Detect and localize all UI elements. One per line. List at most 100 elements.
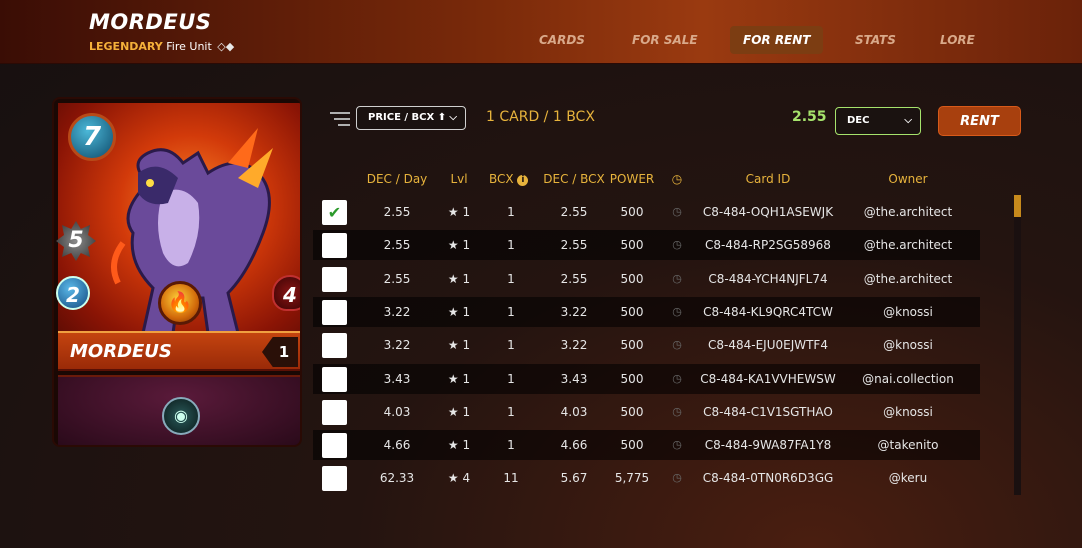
header-owner[interactable]: Owner	[853, 172, 963, 186]
currency-dropdown[interactable]: DEC ⌵	[835, 107, 921, 135]
table-row[interactable]: 4.66 ★ 1 1 4.66 500 C8-484-9WA87FA1Y8 @takenit…	[313, 430, 980, 461]
row-checkbox[interactable]	[322, 399, 347, 425]
cell-dec-day: 2.55	[383, 271, 411, 286]
cell-dec-day: 3.22	[383, 304, 411, 319]
clock-icon: ◷	[672, 238, 682, 252]
tab-stats[interactable]: STATS	[842, 26, 909, 54]
checkmark-icon: ✔	[327, 203, 342, 222]
header-bcx[interactable]: BCX i	[489, 172, 529, 186]
cell-lvl: ★ 4	[447, 471, 471, 486]
cell-owner[interactable]: @the.architect	[843, 197, 973, 227]
cell-dec-day: 3.22	[383, 338, 411, 353]
header-power[interactable]: POWER	[607, 172, 657, 186]
cell-owner[interactable]: @knossi	[843, 397, 973, 427]
row-checkbox[interactable]	[322, 366, 347, 392]
health-stat: 4	[272, 275, 300, 311]
cell-lvl: ★ 1	[447, 238, 471, 253]
row-checkbox[interactable]	[322, 466, 347, 492]
header-lvl[interactable]: Lvl	[447, 172, 471, 186]
cell-owner[interactable]: @takenito	[843, 430, 973, 460]
table-row[interactable]: 3.22 ★ 1 1 3.22 500 C8-484-KL9QRC4TCW @knossi ◷	[313, 296, 980, 327]
cell-bcx: 1	[507, 238, 515, 253]
currency-label: DEC	[847, 115, 870, 126]
cell-bcx: 1	[507, 338, 515, 353]
header: MORDEUS LEGENDARY Fire Unit ◇◆ CARDS FOR…	[0, 0, 1082, 64]
table-row[interactable]: 3.43 ★ 1 1 3.43 500 C8-484-KA1VVHEWSW @nai.col…	[313, 363, 980, 394]
scrollbar[interactable]	[1014, 195, 1021, 495]
cell-card-id[interactable]: C8-484-C1V1SGTHAO	[693, 397, 843, 427]
table-row[interactable]: 62.33 ★ 4 11 5.67 5,775 C8-484-0TN0R6D3GG @ker…	[313, 463, 980, 493]
cell-card-id[interactable]: C8-484-KL9QRC4TCW	[693, 297, 843, 327]
cell-power: 500	[620, 238, 644, 253]
table-row[interactable]: 4.03 ★ 1 1 4.03 500 C8-484-C1V1SGTHAO @knossi ◷	[313, 397, 980, 427]
cell-dec-day: 2.55	[383, 238, 411, 253]
cell-owner[interactable]: @the.architect	[843, 230, 973, 260]
clock-icon: ◷	[672, 205, 682, 218]
cell-card-id[interactable]: C8-484-9WA87FA1Y8	[693, 430, 843, 460]
eye-icon: ◉	[162, 397, 200, 435]
cell-owner[interactable]: @knossi	[843, 330, 973, 360]
table-row[interactable]: ✔ 2.55 ★ 1 1 2.55 500 C8-484-OQH1ASEWJK @the.ar…	[313, 197, 980, 227]
cell-card-id[interactable]: C8-484-RP2SG58968	[693, 230, 843, 260]
cell-card-id[interactable]: C8-484-KA1VVHEWSW	[693, 364, 843, 394]
selection-count: 1 CARD / 1 BCX	[486, 109, 595, 125]
cell-owner[interactable]: @knossi	[843, 297, 973, 327]
header-card-id[interactable]: Card ID	[713, 172, 823, 186]
cell-dec-bcx: 4.03	[560, 404, 588, 419]
clock-icon: ◷	[672, 338, 682, 352]
clock-icon: ◷	[672, 271, 682, 285]
tab-lore[interactable]: LORE	[927, 26, 988, 54]
scrollbar-thumb[interactable]	[1014, 195, 1021, 217]
sort-dropdown[interactable]: PRICE / BCX ⬆ ⌵	[356, 106, 466, 130]
cell-dec-bcx: 2.55	[560, 271, 588, 286]
monster-card: 7 5 2 4 🔥 MORDEUS 1 ◉	[52, 97, 302, 447]
cell-power: 500	[620, 404, 644, 419]
cell-dec-bcx: 3.43	[560, 371, 588, 386]
row-checkbox[interactable]	[322, 299, 347, 325]
cell-bcx: 1	[507, 304, 515, 319]
cell-power: 500	[620, 304, 644, 319]
clock-icon: ◷	[672, 438, 682, 452]
cell-owner[interactable]: @the.architect	[843, 264, 973, 294]
row-checkbox[interactable]: ✔	[322, 200, 347, 225]
cell-power: 500	[620, 438, 644, 453]
mana-cost: 7	[68, 113, 116, 161]
cell-card-id[interactable]: C8-484-OQH1ASEWJK	[693, 197, 843, 227]
cell-card-id[interactable]: C8-484-0TN0R6D3GG	[693, 463, 843, 493]
filter-icon[interactable]	[330, 110, 350, 128]
tab-cards[interactable]: CARDS	[526, 26, 598, 54]
table-row[interactable]: 2.55 ★ 1 1 2.55 500 C8-484-RP2SG58968 @the.arc…	[313, 230, 980, 261]
header-dec-bcx[interactable]: DEC / BCX	[541, 172, 607, 186]
row-checkbox[interactable]	[322, 433, 347, 459]
cell-lvl: ★ 1	[447, 205, 471, 219]
row-checkbox[interactable]	[322, 333, 347, 359]
card-abilities: ◉	[58, 375, 300, 445]
info-icon[interactable]: i	[517, 175, 529, 186]
cell-lvl: ★ 1	[447, 438, 471, 453]
table-row[interactable]: 3.22 ★ 1 1 3.22 500 C8-484-EJU0EJWTF4 @knossi ◷	[313, 330, 980, 360]
clock-icon: ◷	[671, 172, 683, 186]
cell-lvl: ★ 1	[447, 371, 471, 386]
sort-dropdown-label: PRICE / BCX ⬆	[368, 112, 447, 123]
cell-dec-day: 4.66	[383, 438, 411, 453]
row-checkbox[interactable]	[322, 266, 347, 292]
cell-dec-bcx: 5.67	[560, 471, 588, 486]
row-checkbox[interactable]	[322, 233, 347, 259]
tab-for-sale[interactable]: FOR SALE	[619, 26, 711, 54]
chevron-down-icon: ⌵	[904, 115, 912, 126]
clock-icon: ◷	[672, 471, 682, 485]
cell-card-id[interactable]: C8-484-YCH4NJFL74	[693, 264, 843, 294]
table-row[interactable]: 2.55 ★ 1 1 2.55 500 C8-484-YCH4NJFL74 @the.arc…	[313, 264, 980, 294]
cell-bcx: 1	[507, 438, 515, 453]
card-name: MORDEUS	[70, 341, 172, 362]
cell-card-id[interactable]: C8-484-EJU0EJWTF4	[693, 330, 843, 360]
cell-dec-bcx: 2.55	[560, 238, 588, 253]
cell-lvl: ★ 1	[447, 404, 471, 419]
tab-for-rent[interactable]: FOR RENT	[730, 26, 824, 54]
clock-icon: ◷	[672, 404, 682, 418]
header-dec-day[interactable]: DEC / Day	[365, 172, 429, 186]
cell-owner[interactable]: @keru	[843, 463, 973, 493]
rent-button[interactable]: RENT	[938, 106, 1021, 136]
fire-icon: 🔥	[158, 281, 202, 325]
cell-owner[interactable]: @nai.collection	[843, 364, 973, 394]
